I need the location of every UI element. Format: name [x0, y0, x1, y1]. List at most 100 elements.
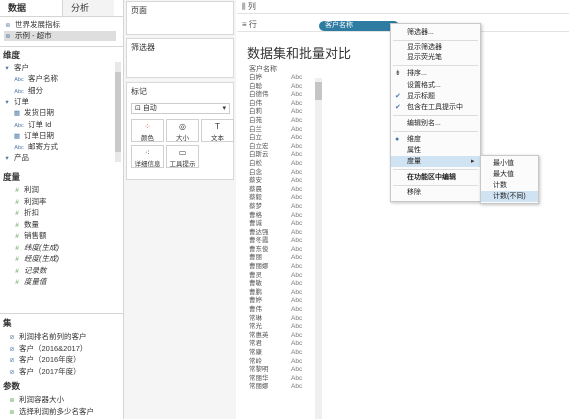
tab-analytics[interactable]: 分析: [62, 0, 114, 16]
menu-item-show-header[interactable]: 显示标题: [407, 92, 435, 102]
menu-item-measure[interactable]: 度量: [407, 157, 421, 167]
measure-field[interactable]: # 度量值: [13, 276, 46, 287]
measure-field[interactable]: # 利润率: [13, 196, 46, 207]
dimension-field[interactable]: Abc 订单 Id: [13, 119, 51, 130]
divider: [0, 313, 123, 314]
pages-title: 页面: [131, 6, 147, 15]
set-field[interactable]: ⊘ 客户（2016年度）: [8, 354, 80, 365]
table-row: 曹格 Abc: [249, 212, 315, 221]
dimension-field[interactable]: ▾ 订单: [3, 96, 29, 107]
measure-field[interactable]: # 折扣: [13, 207, 39, 218]
marks-card: 标记 ⊡ 自动 ▾ ⁘ 颜色 ◎ 大小 T 文本 ⁖ 详细信息 ▭ 工具提示: [126, 82, 234, 180]
menu-item-remove[interactable]: 移除: [407, 188, 421, 198]
data-pane: 数据 分析 ⊜ 世界发展指标 ⊜ 示例 - 超市 维度 ▾ 客户 Abc 客户名称 Abc 细…: [0, 0, 124, 419]
dimension-field[interactable]: Abc 邮寄方式: [13, 141, 58, 152]
measure-field[interactable]: # 数量: [13, 219, 39, 230]
number-field-icon: #: [15, 256, 19, 263]
menu-item-edit-in-shelf[interactable]: 在功能区中编辑: [407, 173, 456, 183]
submenu-item-count[interactable]: 计数: [493, 180, 507, 191]
menu-item-format[interactable]: 设置格式...: [407, 81, 441, 91]
measure-field[interactable]: # 经度(生成): [13, 253, 59, 264]
menu-separator: [393, 65, 478, 66]
customer-name-cell: 常琳: [249, 314, 262, 322]
menu-item-include-tooltip[interactable]: 包含在工具提示中: [407, 103, 463, 113]
set-field[interactable]: ⊘ 客户（2017年度）: [8, 366, 80, 377]
row-pill-customer-name[interactable]: 客户名称: [319, 21, 399, 31]
table-row: 曹丽 Abc: [249, 254, 315, 263]
datasource-item[interactable]: ⊜ 世界发展指标: [4, 20, 60, 30]
parameter-label: 利润容器大小: [19, 395, 64, 404]
submenu-item-count-distinct[interactable]: 计数(不同): [493, 191, 526, 202]
pages-card[interactable]: 页面: [126, 1, 234, 35]
customer-name-cell: 常丽娜: [249, 383, 269, 391]
tab-data[interactable]: 数据: [0, 0, 52, 16]
cell-value: Abc: [291, 271, 303, 279]
cell-value: Abc: [291, 349, 303, 356]
measure-field[interactable]: # 记录数: [13, 265, 46, 276]
cell-value: Abc: [291, 151, 303, 159]
menu-item-filter[interactable]: 筛选器...: [407, 28, 434, 38]
table-scrollbar[interactable]: [315, 78, 322, 419]
dimension-field[interactable]: ▾ 产品: [3, 152, 29, 163]
dimension-label: 发货日期: [24, 108, 54, 118]
columns-label: ⫼ 列: [242, 1, 256, 12]
menu-item-sort[interactable]: 排序...: [407, 69, 427, 79]
dimension-label: 产品: [14, 153, 29, 163]
menu-item-edit-alias[interactable]: 编辑别名...: [407, 119, 441, 129]
dimension-field[interactable]: ▦ 发货日期: [13, 107, 54, 118]
submenu-item-max[interactable]: 最大值: [493, 169, 514, 180]
menu-separator: [393, 40, 478, 41]
datasource-item-active[interactable]: ⊜ 示例 - 超市: [4, 31, 116, 41]
mark-type-value: 自动: [142, 105, 157, 112]
cell-value: Abc: [291, 99, 303, 107]
cell-value: Abc: [291, 263, 303, 271]
menu-item-dimension[interactable]: 维度: [407, 135, 421, 145]
measure-field[interactable]: # 利润: [13, 184, 39, 195]
mark-type-select[interactable]: ⊡ 自动 ▾: [131, 103, 230, 114]
table-row: 常岭 Abc: [249, 358, 315, 367]
set-field[interactable]: ⊘ 利润排名前列的客户: [8, 331, 86, 342]
table-row: 白兰 Abc: [249, 126, 315, 135]
dimension-field[interactable]: ▦ 订单日期: [13, 130, 54, 141]
mark-button-label: 工具提示: [169, 161, 196, 168]
table-row: 曹灵 Abc: [249, 272, 315, 281]
measure-submenu: 最小值 最大值 计数 计数(不同): [480, 155, 539, 204]
menu-separator: [393, 185, 478, 186]
columns-shelf[interactable]: ⫼ 列: [237, 0, 569, 14]
dimension-field[interactable]: Abc 客户名称: [13, 73, 58, 84]
measure-label: 销售额: [24, 231, 47, 240]
mark-button-label: 详细信息: [134, 161, 161, 168]
parameter-field[interactable]: ⊜ 选择利润前多少名客户: [8, 406, 94, 417]
mark-type-icon: ⊡: [135, 105, 143, 112]
menu-item-show-filter[interactable]: 显示筛选器: [407, 43, 442, 53]
menu-item-attribute[interactable]: 属性: [407, 146, 421, 156]
set-field[interactable]: ⊘ 客户（2016&2017）: [8, 343, 87, 354]
dimension-label: 订单 Id: [28, 119, 52, 129]
cell-value: Abc: [291, 280, 303, 288]
folder-icon: ▾: [5, 65, 9, 72]
table-row: 白念 Abc: [249, 169, 315, 178]
filters-card[interactable]: 筛选器: [126, 38, 234, 78]
mark-button-label: 文本: [211, 135, 224, 142]
mark-button-tooltip[interactable]: ▭ 工具提示: [166, 145, 199, 168]
customer-name-cell: 曹丽: [249, 254, 262, 262]
cell-value: Abc: [291, 331, 303, 339]
mark-button-size[interactable]: ◎ 大小: [166, 119, 199, 142]
table-row: 白斯云 Abc: [249, 151, 315, 160]
dimension-field[interactable]: Abc 细分: [13, 85, 43, 96]
table-row: 常丽娜 Abc: [249, 383, 315, 392]
cell-value: Abc: [291, 82, 303, 90]
mark-button-color[interactable]: ⁘ 颜色: [131, 119, 164, 142]
parameter-field[interactable]: ⊜ 利润容器大小: [8, 394, 64, 405]
dimensions-scroll-thumb[interactable]: [115, 72, 121, 152]
menu-item-show-highlighter[interactable]: 显示荧光笔: [407, 53, 442, 63]
measure-field[interactable]: # 销售额: [13, 230, 47, 241]
submenu-item-min[interactable]: 最小值: [493, 158, 514, 169]
measure-label: 经度(生成): [24, 254, 59, 263]
text-table: 白婷 Abc 白聪 Abc 白德伟 Abc 白伟 Abc 白莉 Abc 白苑 Abc 白兰 Abc 白立 Ab…: [249, 74, 315, 392]
mark-button-detail[interactable]: ⁖ 详细信息: [131, 145, 164, 168]
table-scroll-thumb[interactable]: [315, 82, 322, 100]
dimension-field[interactable]: ▾ 客户: [3, 62, 29, 73]
mark-button-text[interactable]: T 文本: [201, 119, 234, 142]
measure-field[interactable]: # 纬度(生成): [13, 242, 59, 253]
